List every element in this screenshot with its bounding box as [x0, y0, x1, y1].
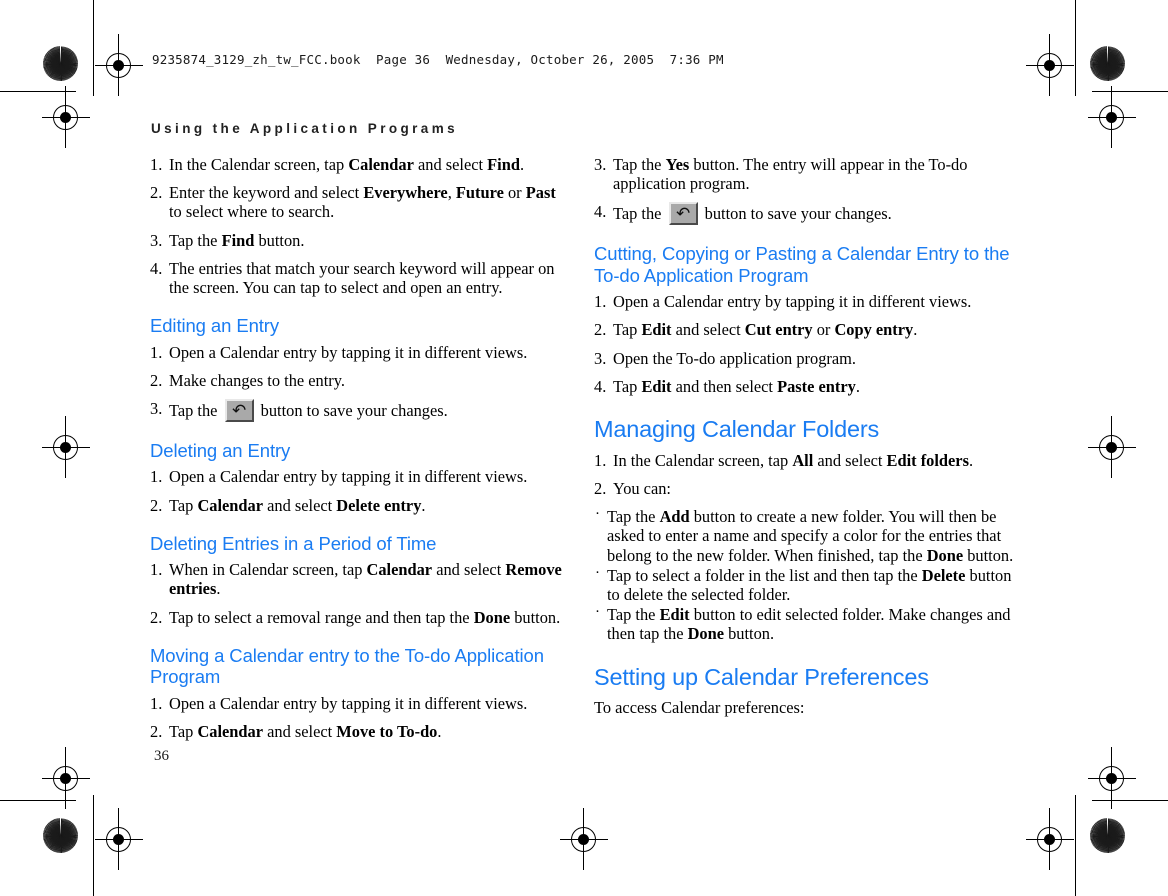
list-item: · Tap the Add button to create a new fold… [595, 506, 1014, 565]
list-item: 3. Tap the Find button. [150, 230, 305, 250]
rosette-mark-bottom-left [43, 818, 78, 853]
list-item: 2. Tap Calendar and select Delete entry. [150, 495, 426, 515]
list-item: 2. Tap Edit and select Cut entry or Copy … [594, 320, 918, 340]
print-header-text: 9235874_3129_zh_tw_FCC.book Page 36 Wedn… [152, 52, 724, 67]
save-button[interactable]: ↶ [224, 398, 254, 422]
left-column: 1. In the Calendar screen, tap Calendar a… [150, 155, 572, 750]
step-number: 1. [594, 292, 607, 312]
list-item: 4. Tap the ↶ button to save your changes. [594, 202, 892, 226]
list-item: 4. The entries that match your search key… [150, 258, 555, 297]
moving-steps-list: 1. Open a Calendar entry by tapping it in… [150, 694, 572, 741]
registration-mark-upper-left [42, 86, 90, 148]
heading-managing-calendar-folders: Managing Calendar Folders [594, 416, 879, 443]
trim-line-right [1075, 0, 1076, 96]
list-item: 3. Tap the ↶ button to save your changes. [150, 398, 448, 422]
step-number: 1. [150, 467, 163, 487]
list-item: 2. Tap to select a removal range and then… [150, 607, 561, 627]
step-number: 2. [150, 721, 163, 741]
list-item: · Tap to select a folder in the list and … [595, 564, 1012, 604]
heading-moving-calendar-entry: Moving a Calendar entry to the To-do App… [150, 644, 544, 688]
rosette-mark-top-left [43, 46, 78, 81]
step-number: 1. [150, 693, 163, 713]
deleting-period-steps-list: 1. When in Calendar screen, tap Calendar … [150, 560, 572, 627]
running-head: Using the Application Programs [151, 121, 459, 136]
step-number: 2. [150, 183, 163, 203]
list-item: · Tap the Edit button to edit selected fo… [595, 604, 1011, 644]
step-number: 3. [150, 230, 163, 250]
list-item: 2. You can: [594, 479, 671, 498]
step-number: 3. [594, 348, 607, 368]
registration-mark-lower-right [1088, 747, 1136, 809]
registration-mark-bottom-left [95, 808, 143, 870]
step-number: 3. [150, 398, 163, 418]
step-number: 1. [150, 342, 163, 362]
step-number: 4. [594, 376, 607, 396]
list-item: 1. When in Calendar screen, tap Calendar … [150, 560, 562, 599]
list-item: 1. In the Calendar screen, tap All and se… [594, 450, 974, 470]
list-item: 4. Tap Edit and then select Paste entry. [594, 376, 860, 396]
registration-mark-bottom-right [1026, 808, 1074, 870]
registration-mark-top-right [1026, 34, 1074, 96]
step-number: 2. [150, 370, 163, 390]
trim-line-left [93, 0, 94, 96]
heading-deleting-entries-period: Deleting Entries in a Period of Time [150, 532, 437, 554]
registration-mark-upper-right [1088, 86, 1136, 148]
step-number: 1. [150, 560, 163, 580]
step-number: 1. [594, 450, 607, 470]
cutting-steps-list: 1. Open a Calendar entry by tapping it in… [594, 292, 1016, 396]
preferences-intro-text: To access Calendar preferences: [594, 698, 805, 718]
heading-setting-up-preferences: Setting up Calendar Preferences [594, 663, 929, 690]
editing-steps-list: 1. Open a Calendar entry by tapping it in… [150, 343, 572, 422]
registration-mark-top-left [95, 34, 143, 96]
heading-editing-an-entry: Editing an Entry [150, 315, 280, 337]
bullet-icon: · [595, 604, 600, 621]
step-number: 4. [150, 258, 163, 278]
bullet-icon: · [595, 506, 600, 523]
registration-mark-mid-left [42, 416, 90, 478]
step-number: 2. [150, 495, 163, 515]
undo-arrow-icon: ↶ [231, 400, 247, 421]
find-steps-list: 1. In the Calendar screen, tap Calendar a… [150, 155, 572, 297]
right-column: 3. Tap the Yes button. The entry will app… [594, 155, 1016, 726]
save-button[interactable]: ↶ [668, 202, 698, 226]
list-item: 1. Open a Calendar entry by tapping it in… [594, 292, 972, 312]
step-number: 4. [594, 202, 607, 222]
heading-deleting-an-entry: Deleting an Entry [150, 439, 291, 461]
list-item: 2. Enter the keyword and select Everywher… [150, 183, 556, 222]
step-number: 2. [594, 479, 607, 498]
registration-mark-bottom-center [560, 808, 608, 870]
moving-steps-continued-list: 3. Tap the Yes button. The entry will app… [594, 155, 1016, 226]
step-number: 1. [150, 155, 163, 174]
heading-cutting-copying-pasting: Cutting, Copying or Pasting a Calendar E… [594, 243, 1010, 286]
step-number: 3. [594, 155, 607, 174]
managing-steps-list: 1. In the Calendar screen, tap All and se… [594, 451, 1016, 498]
list-item: 2. Tap Calendar and select Move to To-do. [150, 721, 442, 741]
trim-line-left-lower [93, 795, 94, 896]
page-number: 36 [154, 748, 169, 764]
list-item: 3. Tap the Yes button. The entry will app… [594, 155, 968, 194]
rosette-mark-bottom-right [1090, 818, 1125, 853]
bullet-icon: · [595, 564, 600, 581]
list-item: 1. In the Calendar screen, tap Calendar a… [150, 155, 525, 174]
undo-arrow-icon: ↶ [675, 204, 691, 225]
managing-bullets-list: · Tap the Add button to create a new fold… [594, 506, 1016, 644]
step-number: 2. [150, 607, 163, 627]
rosette-mark-top-right [1090, 46, 1125, 81]
step-number: 2. [594, 320, 607, 340]
list-item: 1. Open a Calendar entry by tapping it in… [150, 693, 528, 713]
registration-mark-lower-left [42, 747, 90, 809]
list-item: 1. Open a Calendar entry by tapping it in… [150, 467, 528, 487]
deleting-steps-list: 1. Open a Calendar entry by tapping it in… [150, 467, 572, 514]
list-item: 1. Open a Calendar entry by tapping it in… [150, 342, 528, 362]
registration-mark-mid-right [1088, 416, 1136, 478]
list-item: 2. Make changes to the entry. [150, 370, 345, 390]
list-item: 3. Open the To-do application program. [594, 348, 856, 368]
trim-line-right-lower [1075, 795, 1076, 896]
